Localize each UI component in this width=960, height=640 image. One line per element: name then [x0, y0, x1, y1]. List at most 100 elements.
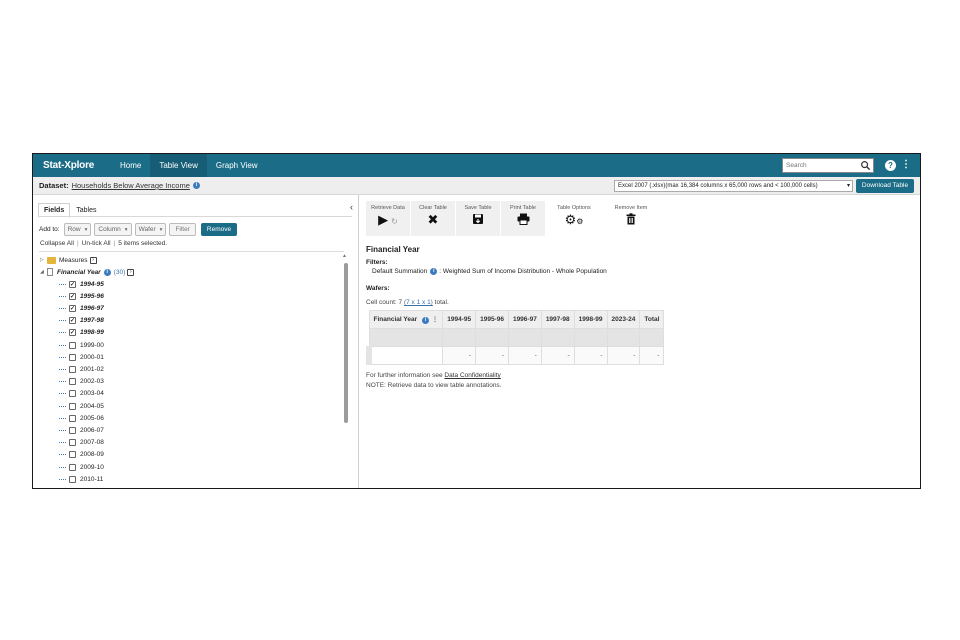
- expand-icon[interactable]: ▷: [40, 257, 47, 263]
- column-menu-icon[interactable]: ⋮: [432, 316, 439, 323]
- year-checkbox[interactable]: [69, 463, 76, 471]
- tree-item-year[interactable]: 2002-03: [59, 377, 104, 387]
- tree-node-measures[interactable]: ▷ Measures ›: [40, 255, 97, 265]
- year-checkbox[interactable]: ✓: [69, 292, 76, 300]
- field-label: Financial Year: [57, 268, 101, 276]
- arrow-right-icon[interactable]: ›: [89, 256, 97, 264]
- empty-cell: [442, 328, 477, 347]
- untick-all-link[interactable]: Un-tick All: [82, 240, 111, 247]
- tree-node-financial-year[interactable]: ◢ Financial Year i (30) ›: [40, 267, 135, 277]
- year-checkbox[interactable]: [69, 402, 76, 410]
- year-checkbox[interactable]: [69, 475, 76, 483]
- tree-item-year[interactable]: 2000-01: [59, 352, 104, 362]
- row-header-label: Financial Year: [373, 316, 418, 323]
- field-tree: ▷ Measures › ◢ Financial Year i (30) › ✓…: [39, 251, 344, 488]
- column-header[interactable]: Total: [639, 310, 665, 329]
- tree-branch: [59, 320, 66, 322]
- search-icon[interactable]: [860, 160, 871, 171]
- table-options-button[interactable]: Table Options ⚙⚙: [546, 201, 602, 236]
- confidentiality-note: For further information see Data Confide…: [366, 372, 501, 379]
- tree-item-year[interactable]: 1999-00: [59, 340, 104, 350]
- year-checkbox[interactable]: [69, 439, 76, 447]
- column-header[interactable]: 1996-97: [507, 310, 542, 329]
- year-checkbox[interactable]: [69, 390, 76, 398]
- year-checkbox[interactable]: ✓: [69, 317, 76, 325]
- table-options-label: Table Options: [557, 205, 591, 211]
- field-icon: [47, 268, 53, 276]
- year-checkbox[interactable]: [69, 451, 76, 459]
- tree-scrollbar[interactable]: ▲: [342, 253, 349, 488]
- download-table-button[interactable]: Download Table: [856, 179, 914, 193]
- chevron-down-icon: ▾: [124, 227, 128, 233]
- save-table-button[interactable]: Save Table: [456, 201, 500, 236]
- collapse-panel-icon[interactable]: ‹: [350, 202, 353, 212]
- collapse-all-link[interactable]: Collapse All: [40, 240, 74, 247]
- print-table-label: Print Table: [510, 205, 536, 211]
- year-checkbox[interactable]: [69, 341, 76, 349]
- clear-table-button[interactable]: Clear Table ✖: [411, 201, 455, 236]
- info-icon[interactable]: i: [430, 268, 438, 275]
- tree-item-year[interactable]: ✓ 1995-96: [59, 291, 104, 301]
- year-label: 2004-05: [80, 402, 104, 410]
- retrieve-data-button[interactable]: Retrieve Data ▶ ↻: [366, 201, 410, 236]
- info-icon[interactable]: i: [192, 182, 200, 189]
- tree-item-year[interactable]: 2008-09: [59, 450, 104, 460]
- nav-home[interactable]: Home: [111, 154, 150, 177]
- brand-logo[interactable]: Stat-Xplore: [33, 160, 111, 171]
- info-icon[interactable]: i: [103, 268, 111, 276]
- year-checkbox[interactable]: [69, 353, 76, 361]
- column-header[interactable]: 1995-96: [475, 310, 509, 329]
- tree-item-year[interactable]: ✓ 1994-95: [59, 279, 104, 289]
- filter-button[interactable]: Filter: [169, 223, 196, 236]
- scroll-thumb[interactable]: [344, 263, 348, 423]
- tree-item-year[interactable]: 2003-04: [59, 389, 104, 399]
- search-box[interactable]: [782, 158, 874, 173]
- tree-item-year[interactable]: 2006-07: [59, 425, 104, 435]
- year-checkbox[interactable]: ✓: [69, 280, 76, 288]
- more-menu-icon[interactable]: ⋮: [901, 159, 911, 171]
- column-header[interactable]: 1997-98: [540, 310, 575, 329]
- nav-table-view[interactable]: Table View: [150, 154, 207, 177]
- row-dropdown[interactable]: Row ▾: [63, 223, 92, 236]
- year-checkbox[interactable]: [69, 414, 76, 422]
- row-header-cell[interactable]: Financial Year i ⋮: [368, 310, 444, 329]
- tree-item-year[interactable]: 2001-02: [59, 364, 104, 374]
- cell-count: Cell count: 7 (7 x 1 x 1) total.: [366, 299, 449, 306]
- column-header[interactable]: 2023-24: [606, 310, 641, 329]
- column-header[interactable]: 1998-99: [573, 310, 608, 329]
- year-checkbox[interactable]: ✓: [69, 329, 76, 337]
- dataset-name-link[interactable]: Households Below Average Income: [72, 181, 190, 190]
- tree-item-year[interactable]: 2005-06: [59, 413, 104, 423]
- remove-item-button[interactable]: Remove Item: [603, 201, 659, 236]
- print-icon: [501, 213, 545, 228]
- arrow-right-icon[interactable]: ›: [127, 268, 135, 276]
- tree-item-year[interactable]: 2004-05: [59, 401, 104, 411]
- year-checkbox[interactable]: [69, 378, 76, 386]
- year-checkbox[interactable]: [69, 365, 76, 373]
- search-input[interactable]: [783, 159, 855, 172]
- tree-item-year[interactable]: ✓ 1997-98: [59, 316, 104, 326]
- column-dropdown[interactable]: Column ▾: [94, 223, 132, 236]
- annotations-note: NOTE: Retrieve data to view table annota…: [366, 382, 502, 389]
- cell-count-link[interactable]: (7 x 1 x 1): [404, 299, 433, 306]
- wafer-dropdown[interactable]: Wafer ▾: [134, 223, 167, 236]
- collapse-icon[interactable]: ◢: [40, 269, 47, 275]
- tree-item-year[interactable]: ✓ 1998-99: [59, 328, 104, 338]
- year-checkbox[interactable]: ✓: [69, 304, 76, 312]
- nav-graph-view[interactable]: Graph View: [207, 154, 267, 177]
- help-icon[interactable]: ?: [885, 160, 896, 171]
- data-confidentiality-link[interactable]: Data Confidentiality: [444, 372, 500, 379]
- close-icon: ✖: [427, 212, 439, 227]
- year-checkbox[interactable]: [69, 426, 76, 434]
- tree-item-year[interactable]: 2007-08: [59, 438, 104, 448]
- tree-item-year[interactable]: ✓ 1996-97: [59, 303, 104, 313]
- print-table-button[interactable]: Print Table: [501, 201, 545, 236]
- column-header[interactable]: 1994-95: [442, 310, 477, 329]
- info-icon[interactable]: i: [421, 317, 429, 324]
- download-format-select[interactable]: Excel 2007 (.xlsx)(max 16,384 columns x …: [614, 180, 853, 192]
- tree-item-year[interactable]: 2009-10: [59, 462, 104, 472]
- note-prefix: For further information see: [366, 372, 443, 379]
- scroll-up-icon[interactable]: ▲: [342, 253, 347, 259]
- remove-button[interactable]: Remove: [200, 223, 238, 236]
- tree-item-year[interactable]: 2010-11: [59, 474, 103, 484]
